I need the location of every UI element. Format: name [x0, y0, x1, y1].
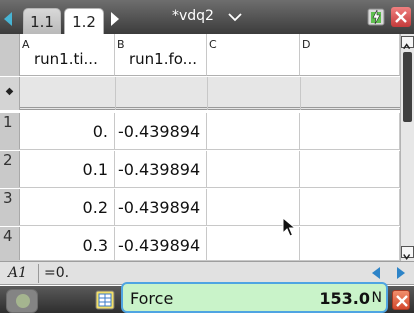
- column-letter: B: [117, 38, 125, 51]
- scroll-thumb[interactable]: [403, 52, 412, 122]
- column-header-a[interactable]: A run1.ti...: [20, 34, 115, 76]
- corner-cell[interactable]: [0, 34, 20, 76]
- spreadsheet: A run1.ti... B run1.fo... C D ◆ 1 0. -0.…: [0, 34, 414, 261]
- column-header-b[interactable]: B run1.fo...: [115, 34, 207, 76]
- next-arrow-icon[interactable]: [397, 267, 405, 279]
- row-number[interactable]: 2: [0, 151, 20, 187]
- sensor-name: Force: [130, 289, 174, 308]
- cell-b1[interactable]: -0.439894: [115, 113, 207, 149]
- tab-1-1[interactable]: 1.1: [23, 8, 61, 34]
- column-letter: C: [209, 38, 217, 51]
- cell-b4[interactable]: -0.439894: [115, 227, 207, 260]
- close-data-collection-icon[interactable]: [392, 290, 410, 310]
- cell-divider: [207, 77, 208, 110]
- document-title[interactable]: *vdq2: [172, 8, 214, 24]
- column-header-d[interactable]: D: [300, 34, 400, 76]
- cell-a3[interactable]: 0.2: [20, 189, 115, 225]
- active-cell-reference: A1: [8, 265, 28, 281]
- tab-scroll-left-icon[interactable]: [4, 12, 12, 26]
- scroll-down-icon[interactable]: [401, 246, 414, 260]
- cell-c2[interactable]: [207, 151, 300, 187]
- battery-charging-icon: [367, 8, 385, 26]
- tab-1-2[interactable]: 1.2: [64, 8, 104, 34]
- formula-row-marker: ◆: [0, 77, 20, 110]
- sensor-meter[interactable]: Force 153.0 N: [121, 282, 388, 313]
- cell-b2[interactable]: -0.439894: [115, 151, 207, 187]
- row-number[interactable]: 1: [0, 113, 20, 149]
- column-header-c[interactable]: C: [207, 34, 300, 76]
- cell-divider: [300, 77, 301, 110]
- cell-d4[interactable]: [300, 227, 400, 260]
- table-row: 1 0. -0.439894: [0, 113, 400, 150]
- cell-divider: [115, 77, 116, 110]
- cell-a1[interactable]: 0.: [20, 113, 115, 149]
- cell-c1[interactable]: [207, 113, 300, 149]
- cell-d3[interactable]: [300, 189, 400, 225]
- cell-a2[interactable]: 0.1: [20, 151, 115, 187]
- column-letter: D: [302, 38, 311, 51]
- sensor-value: 153.0: [319, 289, 370, 308]
- cell-d2[interactable]: [300, 151, 400, 187]
- divider: [38, 264, 39, 283]
- data-collection-icon[interactable]: [95, 290, 115, 310]
- table-row: 3 0.2 -0.439894: [0, 189, 400, 226]
- row-number[interactable]: 3: [0, 189, 20, 225]
- start-collection-button[interactable]: [6, 289, 38, 313]
- column-name: run1.fo...: [129, 50, 197, 68]
- row-number[interactable]: 4: [0, 227, 20, 260]
- column-letter: A: [22, 38, 30, 51]
- mouse-pointer-icon: [282, 217, 297, 237]
- chevron-down-icon[interactable]: [228, 12, 242, 22]
- formula-row[interactable]: ◆: [0, 77, 400, 110]
- previous-arrow-icon[interactable]: [372, 267, 380, 279]
- column-name: run1.ti...: [34, 50, 98, 68]
- vertical-scrollbar[interactable]: [400, 34, 414, 261]
- tab-scroll-right-icon[interactable]: [111, 12, 119, 26]
- play-icon: [16, 294, 30, 308]
- top-bar: 1.1 1.2 *vdq2: [0, 0, 414, 34]
- cell-b3[interactable]: -0.439894: [115, 189, 207, 225]
- scroll-up-icon[interactable]: [401, 36, 414, 50]
- close-icon[interactable]: [391, 7, 411, 27]
- table-row: 4 0.3 -0.439894: [0, 227, 400, 261]
- cell-formula-input[interactable]: =0.: [44, 265, 69, 281]
- cell-d1[interactable]: [300, 113, 400, 149]
- data-collection-bar: Force 153.0 N: [0, 282, 414, 313]
- cell-a4[interactable]: 0.3: [20, 227, 115, 260]
- sensor-unit: N: [371, 290, 382, 306]
- table-row: 2 0.1 -0.439894: [0, 151, 400, 188]
